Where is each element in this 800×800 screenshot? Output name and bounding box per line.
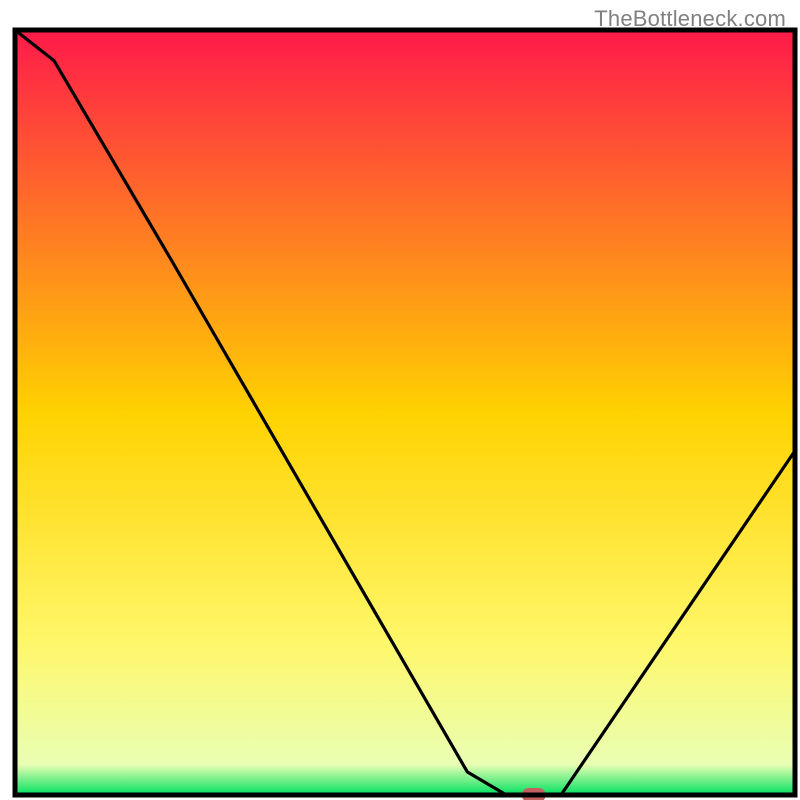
gradient-background — [15, 30, 795, 795]
chart-svg — [0, 0, 800, 800]
bottleneck-chart: TheBottleneck.com — [0, 0, 800, 800]
plot-area — [15, 30, 795, 800]
